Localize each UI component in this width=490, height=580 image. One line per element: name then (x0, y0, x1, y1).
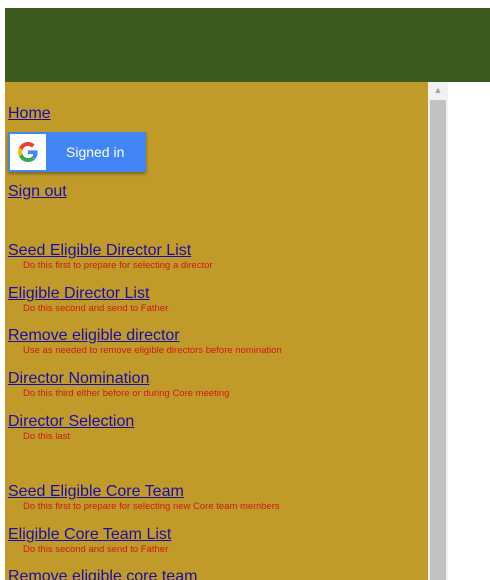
link-description: Do this second and send to Father (23, 303, 169, 314)
list-item: Eligible Core Team List Do this second a… (8, 525, 171, 556)
link-description: Use as needed to remove eligible directo… (23, 345, 282, 356)
eligible-director-list-link[interactable]: Eligible Director List (8, 284, 168, 303)
home-link[interactable]: Home (8, 105, 51, 123)
list-item: Director Nomination Do this third either… (8, 369, 229, 400)
list-item: Seed Eligible Core Team Do this first to… (8, 482, 280, 513)
list-item: Remove eligible director Use as needed t… (8, 326, 282, 357)
director-nomination-link[interactable]: Director Nomination (8, 369, 229, 388)
seed-eligible-director-list-link[interactable]: Seed Eligible Director List (8, 241, 213, 260)
seed-eligible-core-team-link[interactable]: Seed Eligible Core Team (8, 482, 280, 501)
google-signin-button[interactable]: Signed in (8, 132, 146, 172)
list-item: Remove eligible core team (8, 567, 197, 580)
scroll-up-arrow-icon[interactable]: ▲ (428, 82, 448, 99)
remove-eligible-director-link[interactable]: Remove eligible director (8, 326, 282, 345)
vertical-scrollbar[interactable]: ▲ (428, 82, 448, 580)
link-description: Do this first to prepare for selecting a… (23, 260, 213, 271)
list-item: Eligible Director List Do this second an… (8, 284, 168, 315)
list-item: Seed Eligible Director List Do this firs… (8, 241, 213, 272)
link-description: Do this first to prepare for selecting n… (23, 501, 280, 512)
list-item: Director Selection Do this last (8, 412, 134, 443)
sign-out-link[interactable]: Sign out (8, 183, 67, 201)
link-description: Do this third either before or during Co… (23, 388, 230, 399)
director-selection-link[interactable]: Director Selection (8, 412, 134, 431)
eligible-core-team-list-link[interactable]: Eligible Core Team List (8, 525, 171, 544)
top-header-bar (5, 8, 490, 82)
signed-in-label: Signed in (66, 144, 125, 160)
google-g-icon (18, 142, 38, 162)
google-logo-box (10, 134, 46, 170)
link-description: Do this second and send to Father (23, 544, 169, 555)
remove-eligible-core-team-link[interactable]: Remove eligible core team (8, 567, 197, 580)
nav-panel: Home Signed in Sign out Seed Eligible Di… (5, 82, 428, 580)
scroll-thumb[interactable] (430, 100, 446, 580)
link-description: Do this last (23, 431, 70, 442)
